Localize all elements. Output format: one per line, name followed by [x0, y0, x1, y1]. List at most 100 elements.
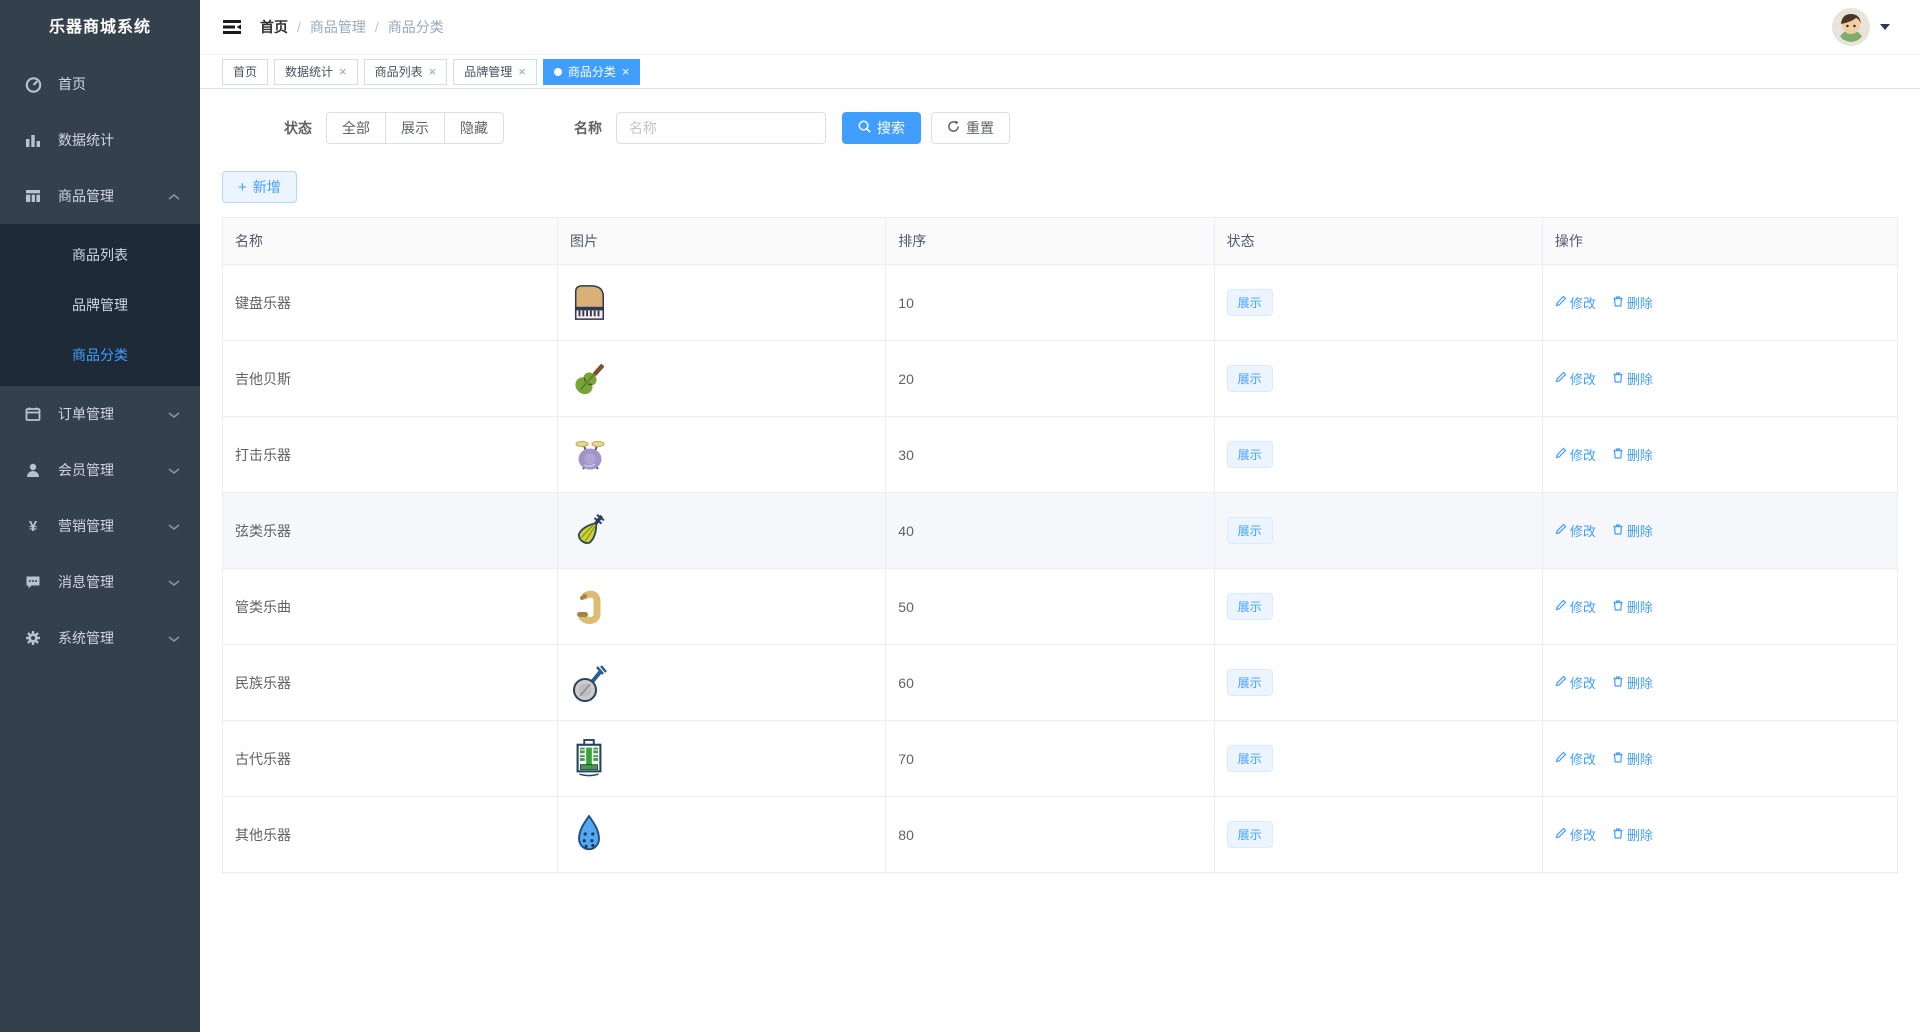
edit-button[interactable]: 修改 [1555, 293, 1596, 312]
delete-button[interactable]: 删除 [1612, 749, 1653, 768]
category-name: 管类乐曲 [222, 568, 558, 645]
sidebar-item-members[interactable]: 会员管理 [0, 442, 200, 498]
status-option-hide[interactable]: 隐藏 [445, 112, 504, 144]
name-input[interactable] [616, 112, 826, 144]
status-badge: 展示 [1226, 517, 1273, 544]
banjo-icon [570, 662, 873, 704]
column-header-image: 图片 [556, 217, 887, 265]
sidebar-item-brand-management[interactable]: 品牌管理 [0, 280, 200, 330]
column-header-actions: 操作 [1541, 217, 1899, 265]
status-option-all[interactable]: 全部 [326, 112, 386, 144]
pencil-icon [1555, 599, 1567, 614]
tab-product-list[interactable]: 商品列表 × [363, 58, 448, 85]
edit-label: 修改 [1569, 676, 1596, 691]
message-icon [24, 573, 42, 591]
close-icon[interactable]: × [339, 65, 347, 78]
tab-home[interactable]: 首页 [222, 58, 269, 85]
delete-button[interactable]: 删除 [1612, 293, 1653, 312]
category-image-cell [556, 720, 887, 797]
tab-brand-management[interactable]: 品牌管理 × [453, 58, 537, 85]
sidebar: 乐器商城系统 首页 数据统计 商品管理 商品列表 品牌管理 商品分类 订单管理 … [0, 0, 200, 1032]
status-segmented-control: 全部 展示 隐藏 [326, 112, 504, 144]
category-name: 民族乐器 [222, 644, 558, 721]
edit-label: 修改 [1569, 524, 1596, 539]
trash-icon [1612, 447, 1624, 462]
sidebar-item-product-category[interactable]: 商品分类 [0, 330, 200, 380]
delete-button[interactable]: 删除 [1612, 597, 1653, 616]
status-badge: 展示 [1226, 365, 1273, 392]
edit-button[interactable]: 修改 [1555, 521, 1596, 540]
dashboard-icon [24, 75, 42, 93]
edit-label: 修改 [1569, 600, 1596, 615]
user-menu-caret-icon[interactable] [1880, 24, 1890, 30]
edit-label: 修改 [1569, 828, 1596, 843]
edit-button[interactable]: 修改 [1555, 825, 1596, 844]
category-status-cell: 展示 [1213, 644, 1543, 721]
breadcrumb-products[interactable]: 商品管理 [310, 17, 366, 37]
category-status-cell: 展示 [1213, 416, 1543, 493]
category-sort: 60 [885, 644, 1215, 721]
sidebar-item-marketing[interactable]: ¥ 营销管理 [0, 498, 200, 554]
breadcrumb-separator: / [374, 19, 379, 35]
category-image-cell [556, 568, 887, 645]
chime-icon [570, 738, 873, 780]
table-row: 管类乐曲 50 展示 修改 删除 [222, 568, 1899, 645]
sidebar-item-label: 数据统计 [58, 132, 114, 148]
close-icon[interactable]: × [622, 65, 630, 78]
chevron-down-icon [168, 462, 180, 478]
category-name: 弦类乐器 [222, 492, 558, 569]
category-actions-cell: 修改 删除 [1541, 264, 1899, 341]
sidebar-item-home[interactable]: 首页 [0, 56, 200, 112]
sidebar-item-messages[interactable]: 消息管理 [0, 554, 200, 610]
add-button[interactable]: + 新增 [222, 171, 297, 203]
ocarina-icon [570, 813, 873, 857]
table-header-row: 名称 图片 排序 状态 操作 [222, 217, 1899, 265]
search-button[interactable]: 搜索 [842, 112, 921, 144]
status-option-show[interactable]: 展示 [386, 112, 445, 144]
category-image-cell [556, 796, 887, 873]
delete-button[interactable]: 删除 [1612, 673, 1653, 692]
delete-button[interactable]: 删除 [1612, 445, 1653, 464]
delete-label: 删除 [1626, 600, 1653, 615]
sidebar-item-products[interactable]: 商品管理 [0, 168, 200, 224]
edit-button[interactable]: 修改 [1555, 369, 1596, 388]
sidebar-collapse-icon[interactable] [222, 17, 242, 37]
sidebar-item-system[interactable]: 系统管理 [0, 610, 200, 666]
edit-label: 修改 [1569, 448, 1596, 463]
column-header-sort: 排序 [885, 217, 1215, 265]
column-header-status: 状态 [1213, 217, 1543, 265]
close-icon[interactable]: × [429, 65, 437, 78]
category-status-cell: 展示 [1213, 568, 1543, 645]
piano-icon [570, 282, 873, 324]
edit-button[interactable]: 修改 [1555, 445, 1596, 464]
delete-button[interactable]: 删除 [1612, 825, 1653, 844]
delete-button[interactable]: 删除 [1612, 521, 1653, 540]
reset-button[interactable]: 重置 [931, 112, 1010, 144]
sidebar-item-product-list[interactable]: 商品列表 [0, 230, 200, 280]
sidebar-item-orders[interactable]: 订单管理 [0, 386, 200, 442]
name-filter-label: 名称 [574, 120, 602, 136]
tab-product-category[interactable]: 商品分类 × [542, 58, 641, 85]
trash-icon [1612, 599, 1624, 614]
breadcrumb-home[interactable]: 首页 [260, 17, 288, 37]
tab-statistics[interactable]: 数据统计 × [274, 58, 358, 85]
delete-button[interactable]: 删除 [1612, 369, 1653, 388]
category-actions-cell: 修改 删除 [1541, 568, 1899, 645]
table-row: 民族乐器 60 展示 修改 删除 [222, 644, 1899, 721]
edit-label: 修改 [1569, 296, 1596, 311]
edit-button[interactable]: 修改 [1555, 673, 1596, 692]
chevron-down-icon [168, 406, 180, 422]
category-sort: 10 [885, 264, 1215, 341]
pencil-icon [1555, 523, 1567, 538]
sidebar-item-label: 会员管理 [58, 462, 114, 478]
user-avatar[interactable] [1832, 8, 1870, 46]
category-name: 其他乐器 [222, 796, 558, 873]
edit-button[interactable]: 修改 [1555, 597, 1596, 616]
table-row: 古代乐器 70 展示 修改 删除 [222, 720, 1899, 797]
products-submenu: 商品列表 品牌管理 商品分类 [0, 224, 200, 386]
edit-button[interactable]: 修改 [1555, 749, 1596, 768]
sidebar-item-statistics[interactable]: 数据统计 [0, 112, 200, 168]
tab-label: 商品分类 [567, 65, 616, 79]
category-status-cell: 展示 [1213, 492, 1543, 569]
close-icon[interactable]: × [518, 65, 526, 78]
